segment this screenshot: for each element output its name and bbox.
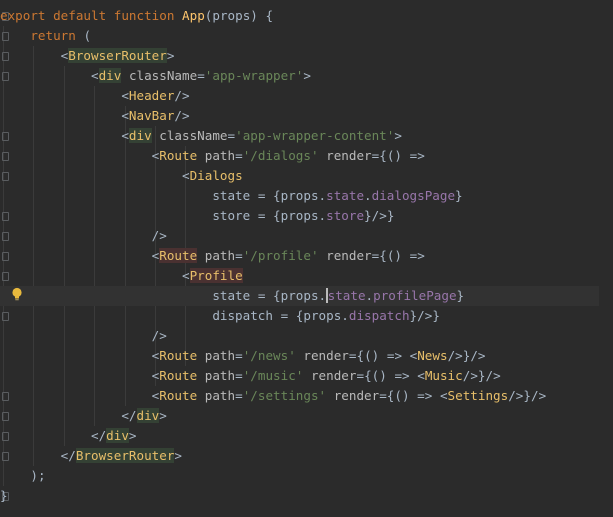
code-line-5[interactable]: <Header/> bbox=[0, 86, 189, 106]
code-line-4[interactable]: <div className='app-wrapper'> bbox=[0, 66, 311, 86]
code-line-21[interactable]: </div> bbox=[0, 406, 167, 426]
code-line-25[interactable]: } bbox=[0, 486, 8, 506]
code-line-13[interactable]: <Route path='/profile' render={() => bbox=[0, 246, 425, 266]
code-line-12[interactable]: /> bbox=[0, 226, 167, 246]
code-line-1[interactable]: export default function App(props) { bbox=[0, 6, 273, 26]
code-line-10[interactable]: state = {props.state.dialogsPage} bbox=[0, 186, 462, 206]
code-line-24[interactable]: ); bbox=[0, 466, 45, 486]
lightbulb-icon[interactable] bbox=[9, 286, 25, 302]
code-line-17[interactable]: /> bbox=[0, 326, 167, 346]
code-line-23[interactable]: </BrowserRouter> bbox=[0, 446, 182, 466]
code-line-16[interactable]: dispatch = {props.dispatch}/>} bbox=[0, 306, 440, 326]
code-line-22[interactable]: </div> bbox=[0, 426, 137, 446]
code-line-6[interactable]: <NavBar/> bbox=[0, 106, 189, 126]
code-line-20[interactable]: <Route path='/settings' render={() => <S… bbox=[0, 386, 547, 406]
code-line-11[interactable]: store = {props.store}/>} bbox=[0, 206, 394, 226]
code-editor[interactable]: export default function App(props) { ret… bbox=[0, 0, 613, 517]
code-line-3[interactable]: <BrowserRouter> bbox=[0, 46, 174, 66]
code-line-9[interactable]: <Dialogs bbox=[0, 166, 243, 186]
code-line-18[interactable]: <Route path='/news' render={() => <News/… bbox=[0, 346, 486, 366]
code-line-7[interactable]: <div className='app-wrapper-content'> bbox=[0, 126, 402, 146]
code-line-8[interactable]: <Route path='/dialogs' render={() => bbox=[0, 146, 425, 166]
code-line-2[interactable]: return ( bbox=[0, 26, 91, 46]
code-line-19[interactable]: <Route path='/music' render={() => <Musi… bbox=[0, 366, 501, 386]
code-line-14[interactable]: <Profile bbox=[0, 266, 243, 286]
code-line-15[interactable]: state = {props. state.profilePage} bbox=[0, 286, 599, 306]
